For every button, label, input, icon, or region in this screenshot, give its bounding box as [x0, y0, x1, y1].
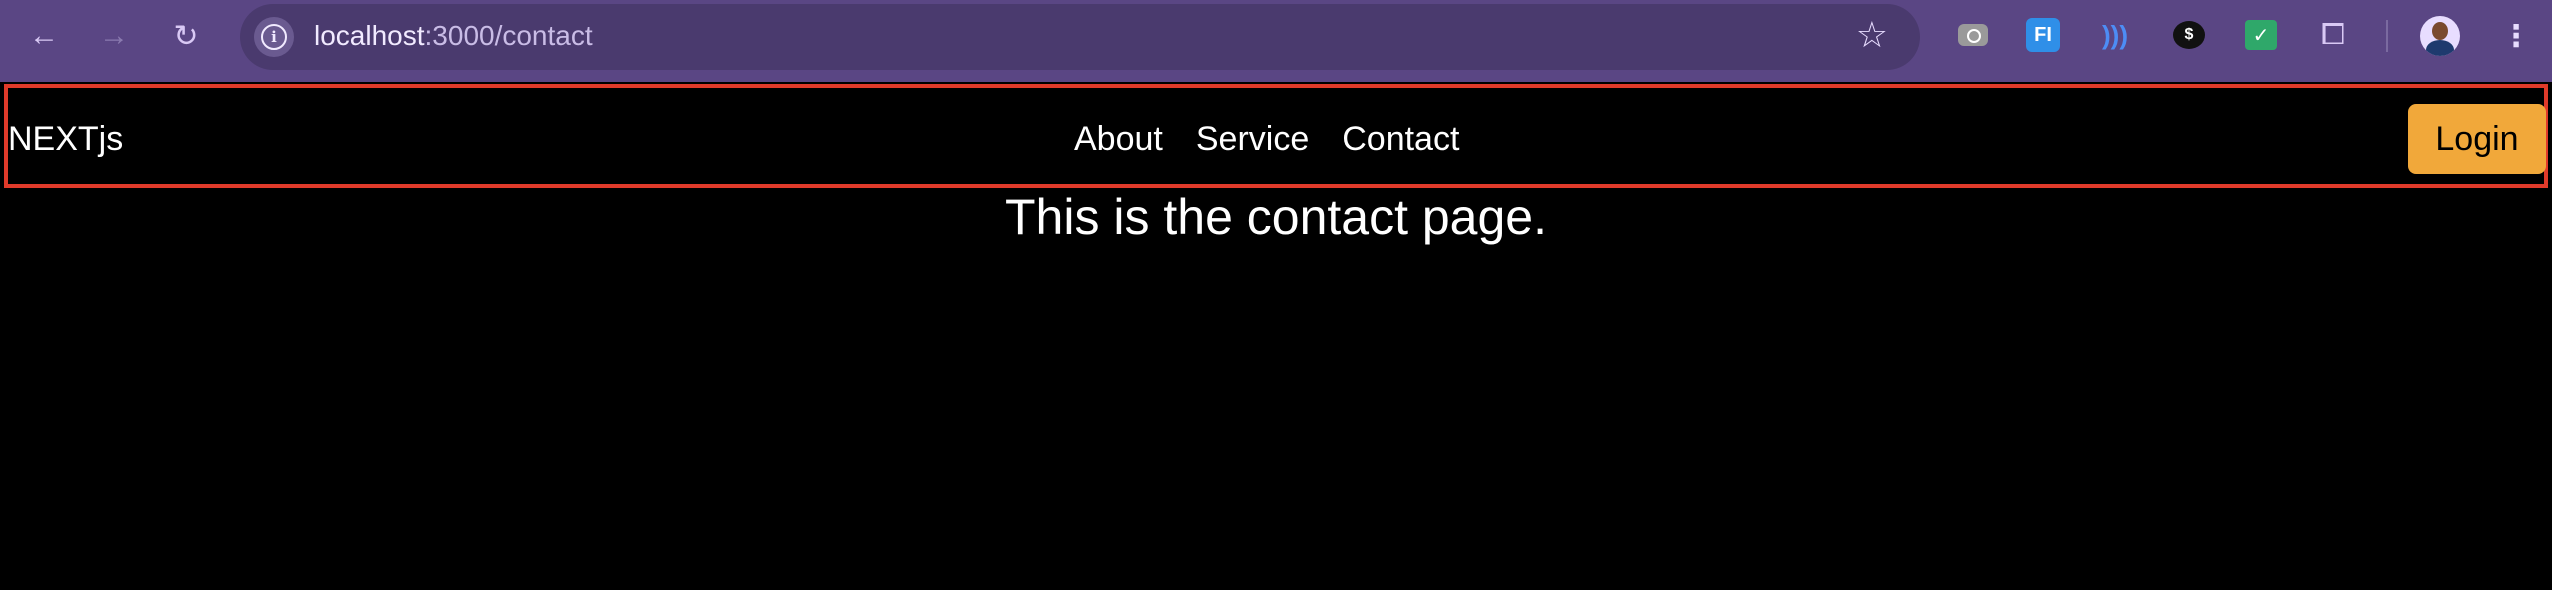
camera-extension-icon[interactable]: [1952, 14, 1994, 56]
navbar: NEXTjs About Service Contact Login: [4, 84, 2548, 188]
forward-icon[interactable]: →: [92, 14, 136, 58]
address-bar[interactable]: i localhost:3000/contact ☆: [240, 4, 1920, 70]
info-icon[interactable]: i: [254, 17, 294, 57]
star-icon[interactable]: ☆: [1856, 14, 1888, 56]
reload-icon[interactable]: ↻: [164, 14, 208, 58]
nav-link-about[interactable]: About: [1074, 120, 1163, 159]
nav-link-contact[interactable]: Contact: [1342, 120, 1459, 159]
puzzle-icon[interactable]: ⧠: [2312, 14, 2354, 56]
url-text[interactable]: localhost:3000/contact: [314, 20, 593, 52]
login-button[interactable]: Login: [2408, 104, 2546, 174]
mail-extension-icon[interactable]: ✓: [2240, 14, 2282, 56]
wave-extension-icon[interactable]: ))): [2094, 14, 2136, 56]
browser-toolbar: ← → ↻ i localhost:3000/contact ☆ FI ))) …: [0, 0, 2552, 82]
nav-links: About Service Contact: [1074, 120, 1459, 159]
page-title: This is the contact page.: [1005, 189, 1547, 245]
toolbar-divider: [2386, 20, 2388, 52]
chat-extension-icon[interactable]: $: [2168, 14, 2210, 56]
fi-extension-icon[interactable]: FI: [2022, 14, 2064, 56]
menu-icon[interactable]: ⋮: [2496, 12, 2536, 60]
page-content: NEXTjs About Service Contact Login This …: [0, 82, 2552, 590]
back-icon[interactable]: ←: [22, 14, 66, 58]
brand-logo[interactable]: NEXTjs: [8, 120, 123, 159]
nav-link-service[interactable]: Service: [1196, 120, 1309, 159]
avatar[interactable]: [2420, 16, 2460, 56]
